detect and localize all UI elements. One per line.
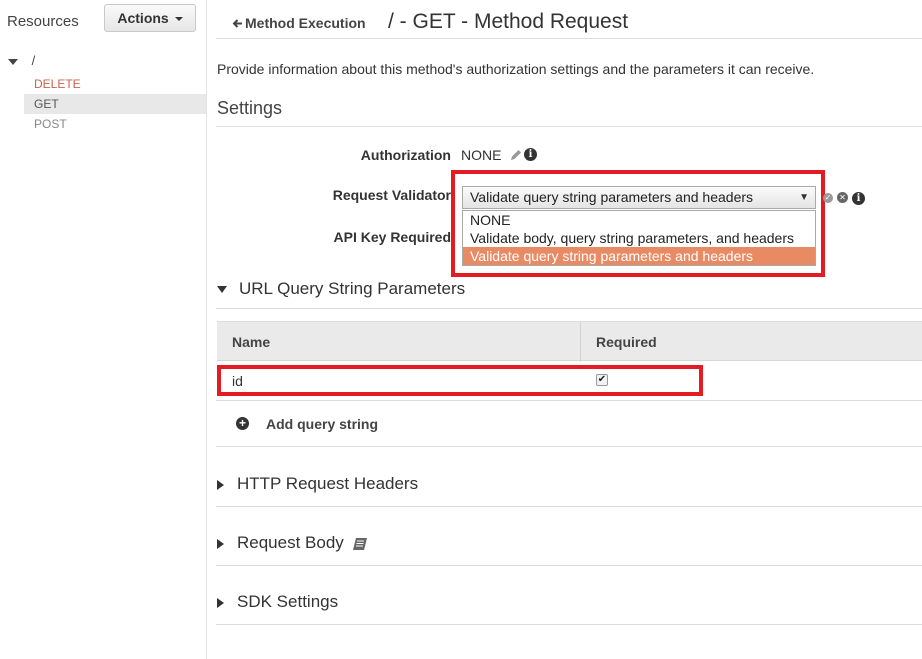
section-title: Request Body xyxy=(237,533,344,552)
info-icon[interactable]: i xyxy=(852,192,865,205)
required-checkbox[interactable]: ✔ xyxy=(596,374,608,386)
url-query-string-section-toggle[interactable]: URL Query String Parameters xyxy=(217,279,465,299)
back-to-method-execution-link[interactable]: Method Execution xyxy=(232,15,366,31)
row-divider xyxy=(216,400,922,401)
expand-triangle-icon xyxy=(8,58,18,65)
info-icon[interactable]: i xyxy=(524,148,537,161)
column-header-required: Required xyxy=(596,334,657,350)
collapse-triangle-icon xyxy=(217,538,224,549)
arrow-left-icon xyxy=(232,19,242,28)
section-divider xyxy=(216,565,922,566)
validator-option-query-headers[interactable]: Validate query string parameters and hea… xyxy=(463,247,815,265)
request-body-section-toggle[interactable]: Request Body xyxy=(217,533,368,553)
resource-root-path: / xyxy=(31,53,36,68)
resources-title: Resources xyxy=(7,13,79,30)
section-divider xyxy=(216,624,922,625)
section-divider xyxy=(216,446,922,447)
request-validator-label: Request Validator xyxy=(332,187,451,203)
section-divider xyxy=(216,506,922,507)
http-request-headers-section-toggle[interactable]: HTTP Request Headers xyxy=(217,474,418,494)
row-highlight-box xyxy=(217,365,703,396)
authorization-value: NONE xyxy=(461,147,502,163)
resources-sidebar: Resources Actions / DELETE GET POST xyxy=(0,0,207,659)
method-get[interactable]: GET xyxy=(24,94,206,114)
header-divider xyxy=(216,38,922,39)
actions-button[interactable]: Actions xyxy=(104,4,196,32)
dropdown-arrow-icon: ▼ xyxy=(799,192,809,203)
method-post[interactable]: POST xyxy=(24,114,206,134)
settings-title: Settings xyxy=(217,98,283,118)
pencil-icon[interactable] xyxy=(509,148,523,162)
confirm-check-icon[interactable]: ✓ xyxy=(823,193,833,203)
method-delete[interactable]: DELETE xyxy=(24,74,206,94)
cancel-x-icon[interactable]: ✕ xyxy=(837,192,848,203)
actions-label: Actions xyxy=(117,10,169,26)
request-validator-select[interactable]: Validate query string parameters and hea… xyxy=(462,186,816,209)
section-title: URL Query String Parameters xyxy=(239,279,466,298)
sdk-settings-section-toggle[interactable]: SDK Settings xyxy=(217,592,338,612)
expand-triangle-icon xyxy=(217,286,227,294)
book-icon xyxy=(352,537,367,550)
add-query-string-button[interactable]: Add query string xyxy=(266,416,378,432)
column-header-name: Name xyxy=(232,334,271,350)
plus-circle-icon[interactable]: + xyxy=(236,417,249,430)
request-validator-selected: Validate query string parameters and hea… xyxy=(470,189,754,205)
request-validator-options: NONE Validate body, query string paramet… xyxy=(462,210,816,266)
validator-option-none[interactable]: NONE xyxy=(463,211,815,229)
collapse-triangle-icon xyxy=(217,479,224,490)
page-description: Provide information about this method's … xyxy=(217,61,815,77)
collapse-triangle-icon xyxy=(217,597,224,608)
section-title: SDK Settings xyxy=(237,592,339,611)
authorization-label: Authorization xyxy=(360,147,451,163)
query-params-table-header: Name Required xyxy=(217,321,922,362)
page-title: / - GET - Method Request xyxy=(388,10,629,33)
back-label: Method Execution xyxy=(245,15,366,31)
caret-down-icon xyxy=(174,17,183,22)
api-key-required-label: API Key Required xyxy=(333,229,451,245)
resource-root[interactable]: / xyxy=(8,53,35,68)
column-separator xyxy=(580,322,581,362)
validator-option-body-query-headers[interactable]: Validate body, query string parameters, … xyxy=(463,229,815,247)
settings-divider xyxy=(216,126,922,127)
section-divider xyxy=(216,308,922,309)
query-param-name[interactable]: id xyxy=(232,373,243,389)
section-title: HTTP Request Headers xyxy=(237,474,419,493)
